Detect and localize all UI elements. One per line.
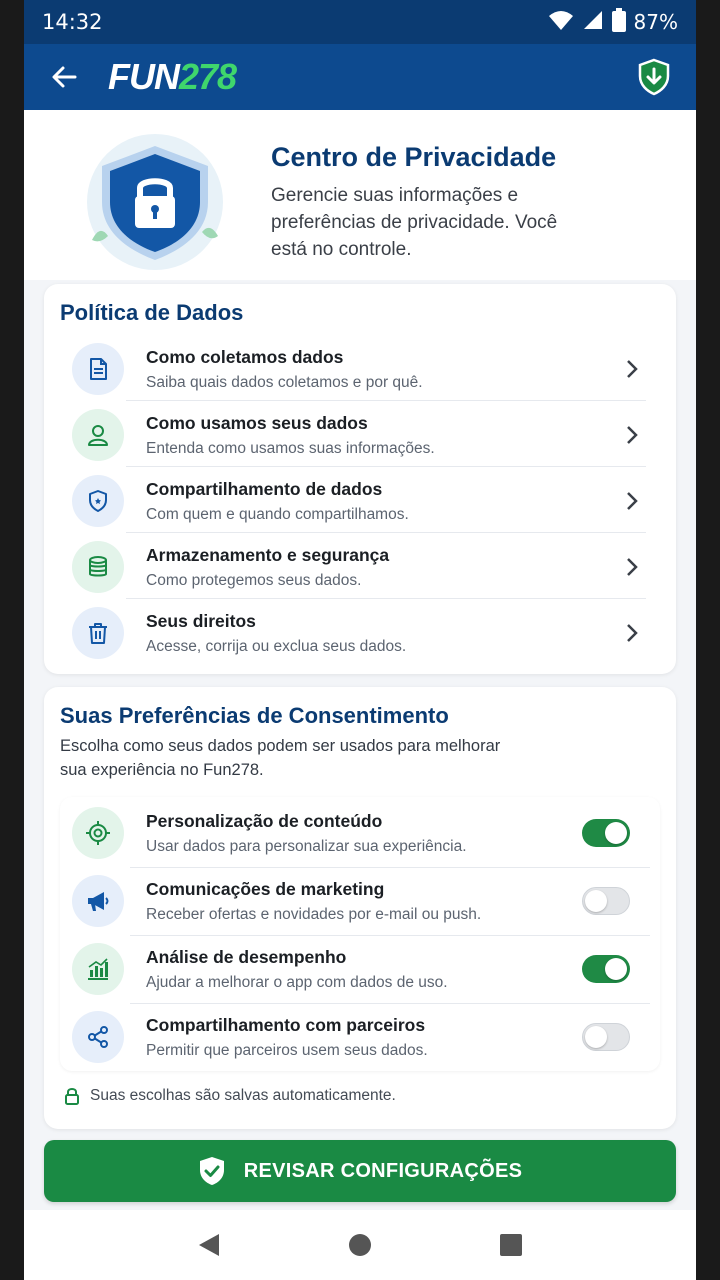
main-content: Centro de Privacidade Gerencie suas info… — [24, 110, 696, 1210]
document-icon — [72, 343, 124, 395]
phone-screen: 14:32 87% FUN278 Centro de Privacidade G… — [24, 0, 696, 1280]
consent-title: Suas Preferências de Consentimento — [60, 703, 449, 728]
data-policy-title: Política de Dados — [60, 300, 244, 325]
page-title: Centro de Privacidade — [271, 142, 557, 172]
policy-item-rights[interactable]: Seus direitos Acesse, corrija ou exclua … — [60, 600, 646, 666]
nav-back-button[interactable] — [185, 1221, 233, 1269]
consent-preferences-card: Suas Preferências de Consentimento Escol… — [44, 687, 676, 1129]
partners-toggle[interactable] — [582, 1023, 630, 1051]
chevron-right-icon — [620, 489, 644, 513]
divider — [126, 532, 646, 533]
chevron-right-icon — [620, 621, 644, 645]
status-time: 14:32 — [42, 10, 103, 34]
signal-icon — [582, 9, 604, 36]
arrow-left-icon — [52, 66, 77, 88]
shield-check-icon — [199, 1157, 224, 1185]
personalization-toggle[interactable] — [582, 819, 630, 847]
share-icon — [72, 1011, 124, 1063]
status-bar: 14:32 87% — [24, 0, 696, 44]
policy-item-sharing[interactable]: Compartilhamento de dados Com quem e qua… — [60, 468, 646, 534]
autosave-note: Suas escolhas são salvas automaticamente… — [64, 1087, 396, 1105]
policy-item-storage[interactable]: Armazenamento e segurança Como protegemo… — [60, 534, 646, 600]
shield-lock-illustration — [82, 132, 228, 272]
policy-item-collect[interactable]: Como coletamos dados Saiba quais dados c… — [60, 336, 646, 402]
data-policy-card: Política de Dados Como coletamos dados S… — [44, 284, 676, 674]
chevron-right-icon — [620, 423, 644, 447]
security-shield-button[interactable] — [632, 55, 676, 99]
megaphone-icon — [72, 875, 124, 927]
nav-home-button[interactable] — [336, 1221, 384, 1269]
trash-icon — [72, 607, 124, 659]
wifi-icon — [548, 9, 574, 36]
consent-item-personalization: Personalização de conteúdo Usar dados pa… — [60, 799, 660, 867]
nav-recents-button[interactable] — [487, 1221, 535, 1269]
consent-item-partners: Compartilhamento com parceiros Permitir … — [60, 1003, 660, 1071]
user-icon — [72, 409, 124, 461]
consent-item-marketing: Comunicações de marketing Receber oferta… — [60, 867, 660, 935]
policy-item-usage[interactable]: Como usamos seus dados Entenda como usam… — [60, 402, 646, 468]
consent-list: Personalização de conteúdo Usar dados pa… — [60, 797, 660, 1071]
lock-icon — [65, 1088, 79, 1105]
status-icons: 87% — [548, 7, 678, 37]
chevron-right-icon — [620, 555, 644, 579]
consent-description: Escolha como seus dados podem ser usados… — [60, 737, 501, 779]
privacy-hero: Centro de Privacidade Gerencie suas info… — [24, 110, 696, 280]
divider — [126, 598, 646, 599]
app-logo: FUN278 — [108, 56, 237, 97]
shield-download-icon — [638, 58, 670, 96]
divider — [126, 466, 646, 467]
battery-level: 87% — [633, 10, 678, 34]
marketing-toggle[interactable] — [582, 887, 630, 915]
database-icon — [72, 541, 124, 593]
divider — [126, 400, 646, 401]
circle-home-icon — [348, 1234, 371, 1256]
square-recents-icon — [499, 1234, 522, 1256]
consent-item-analytics: Análise de desempenho Ajudar a melhorar … — [60, 935, 660, 1003]
shield-icon — [72, 475, 124, 527]
battery-icon — [611, 7, 626, 37]
system-nav-bar — [24, 1210, 696, 1280]
review-settings-button[interactable]: REVISAR CONFIGURAÇÕES — [44, 1140, 676, 1202]
chevron-right-icon — [620, 357, 644, 381]
page-subtitle: Gerencie suas informações e preferências… — [271, 185, 558, 260]
app-bar: FUN278 — [24, 44, 696, 110]
triangle-back-icon — [199, 1234, 220, 1256]
analytics-toggle[interactable] — [582, 955, 630, 983]
bar-chart-icon — [72, 943, 124, 995]
target-icon — [72, 807, 124, 859]
back-button[interactable] — [44, 57, 84, 97]
